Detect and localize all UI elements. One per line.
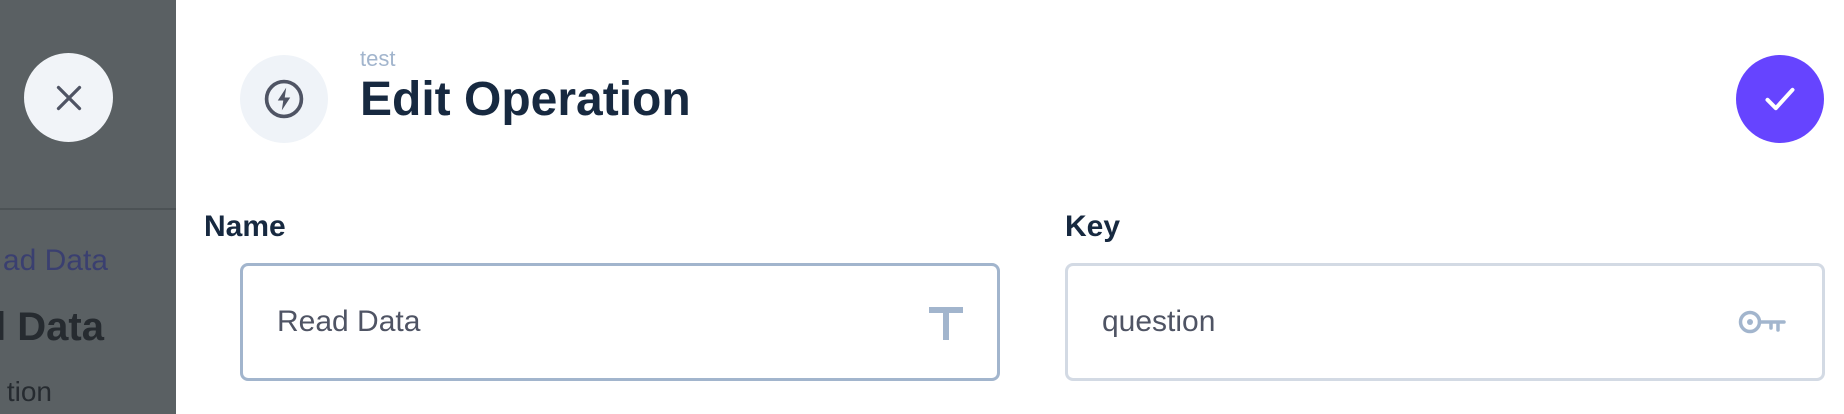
page-title: Edit Operation [360, 73, 691, 126]
backdrop-subtitle: tion [6, 376, 52, 407]
text-icon [929, 304, 963, 340]
header-icon-badge [240, 55, 328, 143]
edit-operation-drawer: test Edit Operation Name Read Data Key q… [176, 0, 1844, 414]
backdrop-title: l Data [0, 305, 104, 349]
key-input-value[interactable]: question [1102, 305, 1738, 339]
name-input-value[interactable]: Read Data [277, 305, 929, 339]
save-button[interactable] [1736, 55, 1824, 143]
check-icon [1765, 87, 1795, 111]
name-input[interactable]: Read Data [240, 263, 1000, 381]
name-label: Name [204, 210, 286, 243]
backdrop-divider [0, 208, 176, 210]
backdrop-breadcrumb: ad Data [2, 244, 108, 277]
key-icon [1738, 307, 1788, 337]
key-input[interactable]: question [1065, 263, 1825, 381]
breadcrumb: test [360, 46, 396, 71]
key-label: Key [1065, 210, 1121, 243]
close-button[interactable] [24, 53, 113, 142]
close-icon [56, 85, 81, 110]
bolt-icon [264, 79, 304, 119]
